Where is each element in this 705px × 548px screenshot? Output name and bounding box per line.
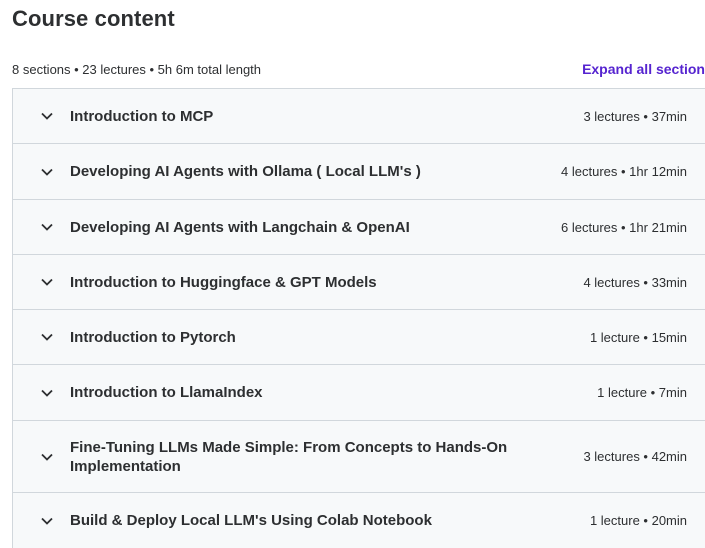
chevron-down-icon — [40, 220, 54, 234]
section-title: Fine-Tuning LLMs Made Simple: From Conce… — [70, 438, 508, 475]
expand-all-sections-button[interactable]: Expand all section — [582, 61, 705, 77]
chevron-down-icon — [40, 165, 54, 179]
course-summary: 8 sections • 23 lectures • 5h 6m total l… — [12, 61, 262, 77]
section-title: Introduction to Huggingface & GPT Models — [70, 273, 377, 291]
page-title: Course content — [12, 6, 175, 31]
section-title: Introduction to Pytorch — [70, 328, 236, 346]
section-title: Build & Deploy Local LLM's Using Colab N… — [70, 512, 432, 529]
section-meta: 4 lectures • 1hr 12min — [561, 164, 687, 179]
section-meta: 4 lectures • 33min — [583, 274, 687, 290]
section-title: Developing AI Agents with Langchain & Op… — [70, 218, 410, 236]
course-summary-row: 8 sections • 23 lectures • 5h 6m total l… — [12, 59, 705, 79]
section-row[interactable]: Introduction to Pytorch 1 lecture • 15mi… — [13, 310, 705, 365]
section-row[interactable]: Developing AI Agents with Langchain & Op… — [13, 200, 705, 255]
chevron-down-icon — [40, 514, 54, 528]
chevron-down-icon — [40, 450, 54, 464]
section-list: Introduction to MCP 3 lectures • 37min D… — [12, 88, 705, 548]
section-row[interactable]: Introduction to LlamaIndex 1 lecture • 7… — [13, 365, 705, 421]
section-title: Introduction to MCP — [70, 107, 214, 125]
chevron-down-icon — [40, 109, 54, 123]
section-meta: 1 lecture • 20min — [589, 513, 687, 528]
section-row[interactable]: Fine-Tuning LLMs Made Simple: From Conce… — [13, 421, 705, 493]
section-meta: 3 lectures • 37min — [583, 108, 687, 124]
section-meta: 3 lectures • 42min — [583, 449, 687, 464]
section-meta: 1 lecture • 15min — [589, 329, 687, 345]
section-meta: 1 lecture • 7min — [597, 385, 687, 400]
section-row[interactable]: Introduction to MCP 3 lectures • 37min — [13, 89, 705, 144]
section-title: Developing AI Agents with Ollama ( Local… — [70, 163, 421, 180]
section-row[interactable]: Build & Deploy Local LLM's Using Colab N… — [13, 493, 705, 548]
chevron-down-icon — [40, 330, 54, 344]
section-meta: 6 lectures • 1hr 21min — [561, 219, 687, 235]
section-row[interactable]: Developing AI Agents with Ollama ( Local… — [13, 144, 705, 200]
section-title: Introduction to LlamaIndex — [70, 384, 263, 401]
section-row[interactable]: Introduction to Huggingface & GPT Models… — [13, 255, 705, 310]
chevron-down-icon — [40, 386, 54, 400]
chevron-down-icon — [40, 275, 54, 289]
